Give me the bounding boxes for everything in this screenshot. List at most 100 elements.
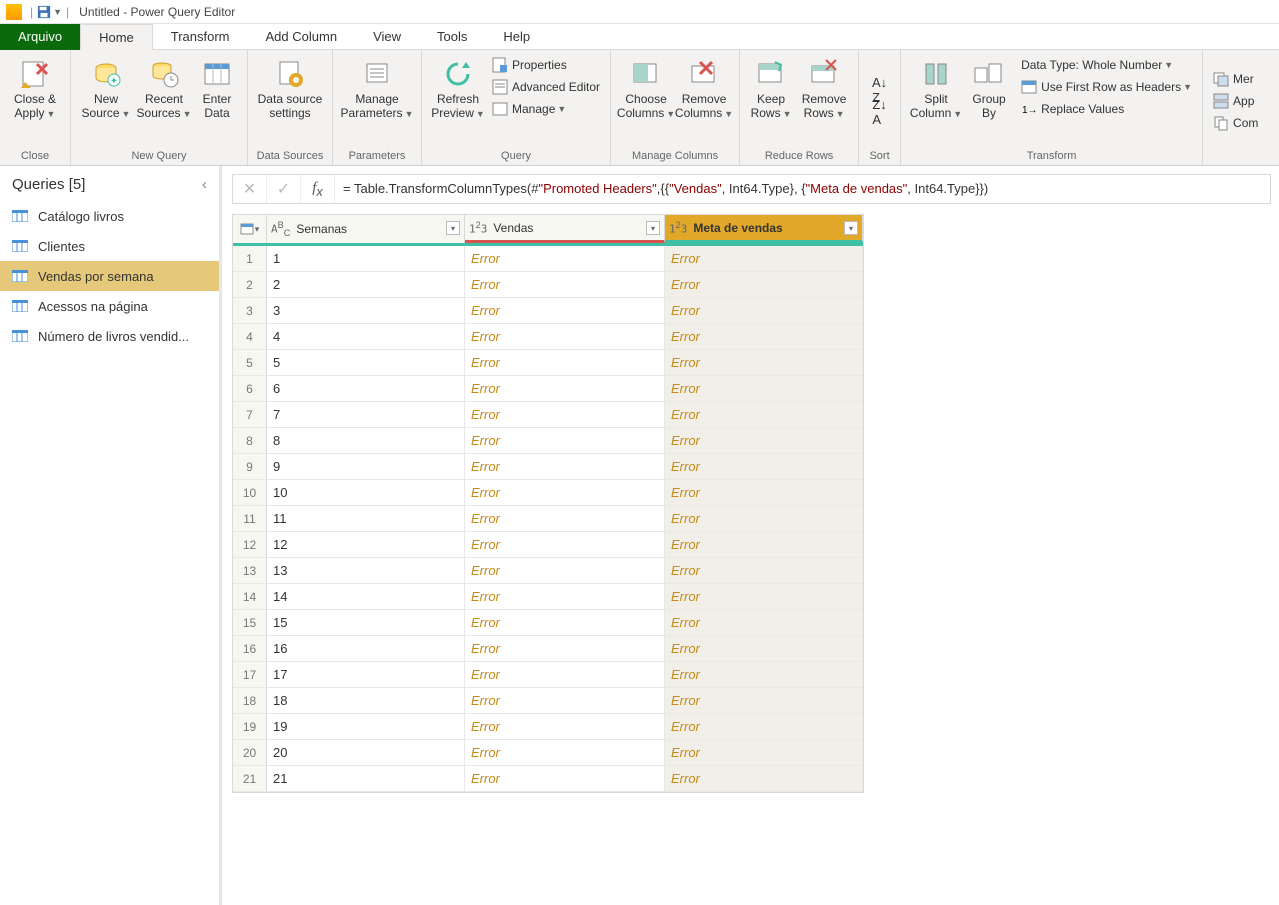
remove-rows-button[interactable]: RemoveRows▼: [796, 54, 852, 125]
column-header-vendas[interactable]: 123 Vendas ▾: [465, 215, 665, 243]
cell-semanas[interactable]: 17: [267, 662, 465, 687]
cell-vendas[interactable]: Error: [465, 402, 665, 427]
cell-semanas[interactable]: 2: [267, 272, 465, 297]
table-row[interactable]: 1515ErrorError: [233, 610, 863, 636]
table-row[interactable]: 1414ErrorError: [233, 584, 863, 610]
cell-vendas[interactable]: Error: [465, 636, 665, 661]
remove-columns-button[interactable]: RemoveColumns▼: [675, 54, 733, 125]
tab-tools[interactable]: Tools: [419, 24, 485, 50]
table-row[interactable]: 33ErrorError: [233, 298, 863, 324]
table-row[interactable]: 1212ErrorError: [233, 532, 863, 558]
table-row[interactable]: 99ErrorError: [233, 454, 863, 480]
cell-semanas[interactable]: 13: [267, 558, 465, 583]
cell-vendas[interactable]: Error: [465, 584, 665, 609]
table-row[interactable]: 1616ErrorError: [233, 636, 863, 662]
column-dropdown[interactable]: ▾: [844, 221, 858, 235]
cell-meta[interactable]: Error: [665, 272, 863, 297]
cancel-formula-button[interactable]: ✕: [233, 175, 267, 203]
tab-help[interactable]: Help: [485, 24, 548, 50]
cell-vendas[interactable]: Error: [465, 506, 665, 531]
cell-semanas[interactable]: 4: [267, 324, 465, 349]
table-row[interactable]: 88ErrorError: [233, 428, 863, 454]
manage-parameters-button[interactable]: ManageParameters▼: [339, 54, 415, 125]
cell-meta[interactable]: Error: [665, 740, 863, 765]
cell-vendas[interactable]: Error: [465, 662, 665, 687]
combine-files-button[interactable]: Com: [1209, 112, 1262, 134]
cell-meta[interactable]: Error: [665, 350, 863, 375]
table-row[interactable]: 1919ErrorError: [233, 714, 863, 740]
cell-semanas[interactable]: 18: [267, 688, 465, 713]
cell-meta[interactable]: Error: [665, 662, 863, 687]
cell-semanas[interactable]: 3: [267, 298, 465, 323]
cell-meta[interactable]: Error: [665, 610, 863, 635]
cell-semanas[interactable]: 10: [267, 480, 465, 505]
sort-desc-button[interactable]: Z↓A: [870, 101, 888, 123]
cell-semanas[interactable]: 8: [267, 428, 465, 453]
enter-data-button[interactable]: EnterData: [193, 54, 241, 125]
refresh-preview-button[interactable]: RefreshPreview▼: [428, 54, 488, 125]
split-column-button[interactable]: SplitColumn▼: [907, 54, 965, 125]
table-row[interactable]: 22ErrorError: [233, 272, 863, 298]
cell-semanas[interactable]: 12: [267, 532, 465, 557]
column-header-semanas[interactable]: ABC Semanas ▾: [267, 215, 465, 243]
tab-add-column[interactable]: Add Column: [248, 24, 356, 50]
cell-semanas[interactable]: 15: [267, 610, 465, 635]
table-row[interactable]: 55ErrorError: [233, 350, 863, 376]
cell-vendas[interactable]: Error: [465, 480, 665, 505]
accept-formula-button[interactable]: ✓: [267, 175, 301, 203]
cell-vendas[interactable]: Error: [465, 376, 665, 401]
properties-button[interactable]: Properties: [488, 54, 604, 76]
save-icon[interactable]: [37, 5, 51, 19]
collapse-pane-icon[interactable]: ‹: [202, 176, 207, 193]
cell-meta[interactable]: Error: [665, 428, 863, 453]
tab-transform[interactable]: Transform: [153, 24, 248, 50]
table-row[interactable]: 11ErrorError: [233, 246, 863, 272]
cell-meta[interactable]: Error: [665, 376, 863, 401]
recent-sources-button[interactable]: RecentSources▼: [135, 54, 193, 125]
cell-vendas[interactable]: Error: [465, 688, 665, 713]
query-item[interactable]: Clientes: [0, 231, 219, 261]
cell-semanas[interactable]: 7: [267, 402, 465, 427]
replace-values-button[interactable]: 1→2Replace Values: [1017, 98, 1196, 120]
cell-semanas[interactable]: 5: [267, 350, 465, 375]
cell-vendas[interactable]: Error: [465, 610, 665, 635]
cell-semanas[interactable]: 9: [267, 454, 465, 479]
cell-meta[interactable]: Error: [665, 714, 863, 739]
cell-meta[interactable]: Error: [665, 298, 863, 323]
formula-input[interactable]: = Table.TransformColumnTypes(#"Promoted …: [335, 181, 1270, 197]
cell-vendas[interactable]: Error: [465, 740, 665, 765]
cell-vendas[interactable]: Error: [465, 246, 665, 271]
cell-semanas[interactable]: 20: [267, 740, 465, 765]
query-item[interactable]: Catálogo livros: [0, 201, 219, 231]
column-dropdown[interactable]: ▾: [646, 221, 660, 235]
table-row[interactable]: 1111ErrorError: [233, 506, 863, 532]
merge-queries-button[interactable]: Mer: [1209, 68, 1258, 90]
cell-meta[interactable]: Error: [665, 688, 863, 713]
table-row[interactable]: 2020ErrorError: [233, 740, 863, 766]
cell-meta[interactable]: Error: [665, 532, 863, 557]
append-queries-button[interactable]: App: [1209, 90, 1258, 112]
table-row[interactable]: 1818ErrorError: [233, 688, 863, 714]
cell-meta[interactable]: Error: [665, 558, 863, 583]
cell-vendas[interactable]: Error: [465, 428, 665, 453]
cell-vendas[interactable]: Error: [465, 714, 665, 739]
cell-meta[interactable]: Error: [665, 402, 863, 427]
table-row[interactable]: 1313ErrorError: [233, 558, 863, 584]
manage-button[interactable]: Manage▼: [488, 98, 604, 120]
cell-meta[interactable]: Error: [665, 246, 863, 271]
query-item[interactable]: Acessos na página: [0, 291, 219, 321]
tab-home[interactable]: Home: [80, 24, 153, 50]
cell-semanas[interactable]: 21: [267, 766, 465, 791]
table-row[interactable]: 1010ErrorError: [233, 480, 863, 506]
fx-button[interactable]: fx: [301, 175, 335, 203]
keep-rows-button[interactable]: KeepRows▼: [746, 54, 796, 125]
cell-meta[interactable]: Error: [665, 506, 863, 531]
cell-meta[interactable]: Error: [665, 480, 863, 505]
cell-vendas[interactable]: Error: [465, 454, 665, 479]
table-row[interactable]: 44ErrorError: [233, 324, 863, 350]
cell-vendas[interactable]: Error: [465, 532, 665, 557]
choose-columns-button[interactable]: ChooseColumns▼: [617, 54, 675, 125]
select-all-button[interactable]: ▾: [233, 215, 267, 243]
cell-semanas[interactable]: 14: [267, 584, 465, 609]
cell-vendas[interactable]: Error: [465, 324, 665, 349]
